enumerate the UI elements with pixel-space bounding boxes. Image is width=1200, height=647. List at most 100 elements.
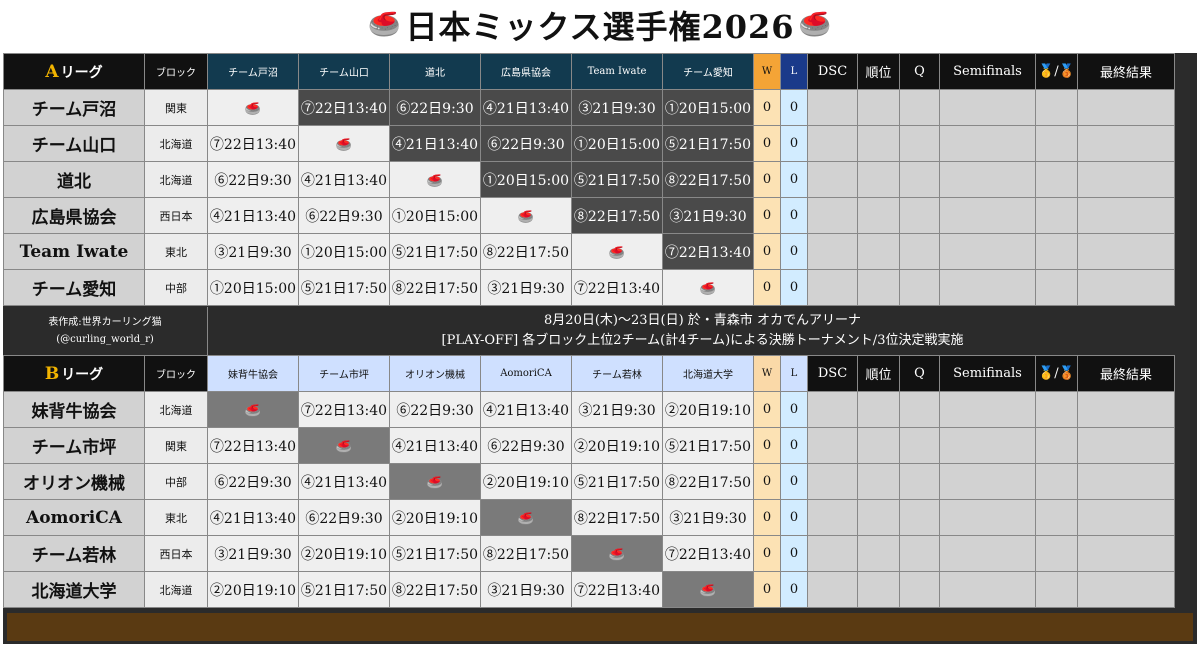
match-cell: ②20日19:10 — [571, 427, 663, 464]
team-block: 関東 — [144, 89, 208, 126]
opponent-header: チーム山口 — [298, 53, 390, 90]
opponent-header: 広島県協会 — [480, 53, 572, 90]
opponent-header: 道北 — [389, 53, 481, 90]
title-text: 日本ミックス選手権2026 — [405, 8, 795, 46]
wins-cell: 0 — [753, 125, 781, 162]
match-cell: ②20日19:10 — [480, 463, 572, 500]
wins-cell: 0 — [753, 427, 781, 464]
curling-stone-icon: 🥌 — [517, 512, 535, 527]
match-cell: ③21日9:30 — [207, 233, 299, 270]
table-row: AomoriCA 東北 ④21日13:40 ⑥22日9:30 ②20日19:10 🥌 ⑧22… — [3, 499, 1175, 536]
match-cell: ⑤21日17:50 — [662, 125, 754, 162]
final-result-cell — [1077, 125, 1175, 162]
semifinals-header: Semifinals — [939, 53, 1036, 90]
event-dates-venue: 8月20日(木)〜23日(日) 於・青森市 オカでんアリーナ — [544, 313, 861, 328]
losses-cell: 0 — [780, 535, 808, 572]
curling-stone-icon: 🥌 — [244, 102, 262, 117]
curling-stone-icon: 🥌 — [517, 210, 535, 225]
table-row: チーム市坪 関東 ⑦22日13:40 🥌 ④21日13:40 ⑥22日9:30 ②20日19… — [3, 427, 1175, 464]
self-match-cell: 🥌 — [207, 89, 299, 126]
block-header: ブロック — [144, 53, 208, 90]
q-cell — [899, 571, 940, 608]
rank-cell — [857, 463, 900, 500]
match-cell: ①20日15:00 — [662, 89, 754, 126]
match-cell: ⑦22日13:40 — [298, 391, 390, 428]
opponent-header: オリオン機械 — [389, 355, 481, 392]
match-cell: ⑤21日17:50 — [298, 571, 390, 608]
wins-cell: 0 — [753, 463, 781, 500]
team-name: 北海道大学 — [3, 571, 145, 608]
wins-cell: 0 — [753, 161, 781, 198]
losses-cell: 0 — [780, 499, 808, 536]
wins-cell: 0 — [753, 269, 781, 306]
team-block: 北海道 — [144, 391, 208, 428]
team-block: 北海道 — [144, 571, 208, 608]
event-info: 8月20日(木)〜23日(日) 於・青森市 オカでんアリーナ [PLAY-OFF… — [207, 307, 1197, 355]
losses-header: L — [780, 53, 808, 90]
footer — [3, 610, 1197, 644]
losses-cell: 0 — [780, 571, 808, 608]
match-cell: ⑦22日13:40 — [571, 571, 663, 608]
team-name: チーム戸沼 — [3, 89, 145, 126]
q-header: Q — [899, 53, 940, 90]
match-cell: ④21日13:40 — [207, 197, 299, 234]
info-banner: 表作成:世界カーリング猫 (@curling_world_r) 8月20日(木)… — [3, 307, 1197, 355]
match-cell: ①20日15:00 — [480, 161, 572, 198]
match-cell: ⑧22日17:50 — [571, 499, 663, 536]
self-match-cell: 🥌 — [298, 125, 390, 162]
semifinals-cell — [939, 571, 1036, 608]
medal-cell — [1035, 571, 1078, 608]
q-cell — [899, 535, 940, 572]
league-a-table: A リーグ ブロック チーム戸沼 チーム山口 道北 広島県協会 Team Iwate チーム愛知… — [3, 53, 1175, 306]
rank-header: 順位 — [857, 355, 900, 392]
table-row: 妹背牛協会 北海道 🥌 ⑦22日13:40 ⑥22日9:30 ④21日13:40 ③21日9… — [3, 391, 1175, 428]
self-match-cell: 🥌 — [389, 161, 481, 198]
match-cell: ④21日13:40 — [389, 125, 481, 162]
q-cell — [899, 89, 940, 126]
playoff-info: [PLAY-OFF] 各ブロック上位2チーム(計4チーム)による決勝トーナメント… — [441, 333, 964, 348]
semifinals-cell — [939, 125, 1036, 162]
table-row: 北海道大学 北海道 ②20日19:10 ⑤21日17:50 ⑧22日17:50 ③21日9… — [3, 571, 1175, 608]
self-match-cell: 🥌 — [389, 463, 481, 500]
q-cell — [899, 499, 940, 536]
semifinals-cell — [939, 269, 1036, 306]
league-b-table: B リーグ ブロック 妹背牛協会 チーム市坪 オリオン機械 AomoriCA チーム若林 北海道… — [3, 355, 1175, 608]
team-block: 関東 — [144, 427, 208, 464]
team-name: チーム若林 — [3, 535, 145, 572]
losses-cell: 0 — [780, 463, 808, 500]
wins-cell: 0 — [753, 89, 781, 126]
table-row: チーム若林 西日本 ③21日9:30 ②20日19:10 ⑤21日17:50 ⑧22日17… — [3, 535, 1175, 572]
wins-cell: 0 — [753, 571, 781, 608]
losses-cell: 0 — [780, 391, 808, 428]
league-suffix: リーグ — [60, 64, 103, 81]
credit: 表作成:世界カーリング猫 (@curling_world_r) — [3, 307, 207, 355]
dsc-cell — [807, 463, 858, 500]
losses-cell: 0 — [780, 125, 808, 162]
medal-cell — [1035, 427, 1078, 464]
rank-cell — [857, 391, 900, 428]
rank-cell — [857, 125, 900, 162]
match-cell: ⑥22日9:30 — [207, 161, 299, 198]
dsc-cell — [807, 269, 858, 306]
match-cell: ⑤21日17:50 — [389, 535, 481, 572]
rank-cell — [857, 197, 900, 234]
wins-header: W — [753, 355, 781, 392]
dsc-cell — [807, 161, 858, 198]
match-cell: ②20日19:10 — [207, 571, 299, 608]
match-cell: ⑦22日13:40 — [571, 269, 663, 306]
match-cell: ⑧22日17:50 — [389, 269, 481, 306]
final-result-cell — [1077, 571, 1175, 608]
match-cell: ④21日13:40 — [480, 391, 572, 428]
match-cell: ③21日9:30 — [571, 391, 663, 428]
match-cell: ⑦22日13:40 — [662, 535, 754, 572]
medal-cell — [1035, 197, 1078, 234]
match-cell: ⑥22日9:30 — [207, 463, 299, 500]
match-cell: ⑧22日17:50 — [662, 463, 754, 500]
final-result-cell — [1077, 463, 1175, 500]
opponent-header: チーム戸沼 — [207, 53, 299, 90]
team-block: 中部 — [144, 463, 208, 500]
table-row: 道北 北海道 ⑥22日9:30 ④21日13:40 🥌 ①20日15:00 ⑤21日17:5… — [3, 161, 1175, 198]
dsc-cell — [807, 89, 858, 126]
match-cell: ④21日13:40 — [389, 427, 481, 464]
team-name: Team Iwate — [3, 233, 145, 270]
